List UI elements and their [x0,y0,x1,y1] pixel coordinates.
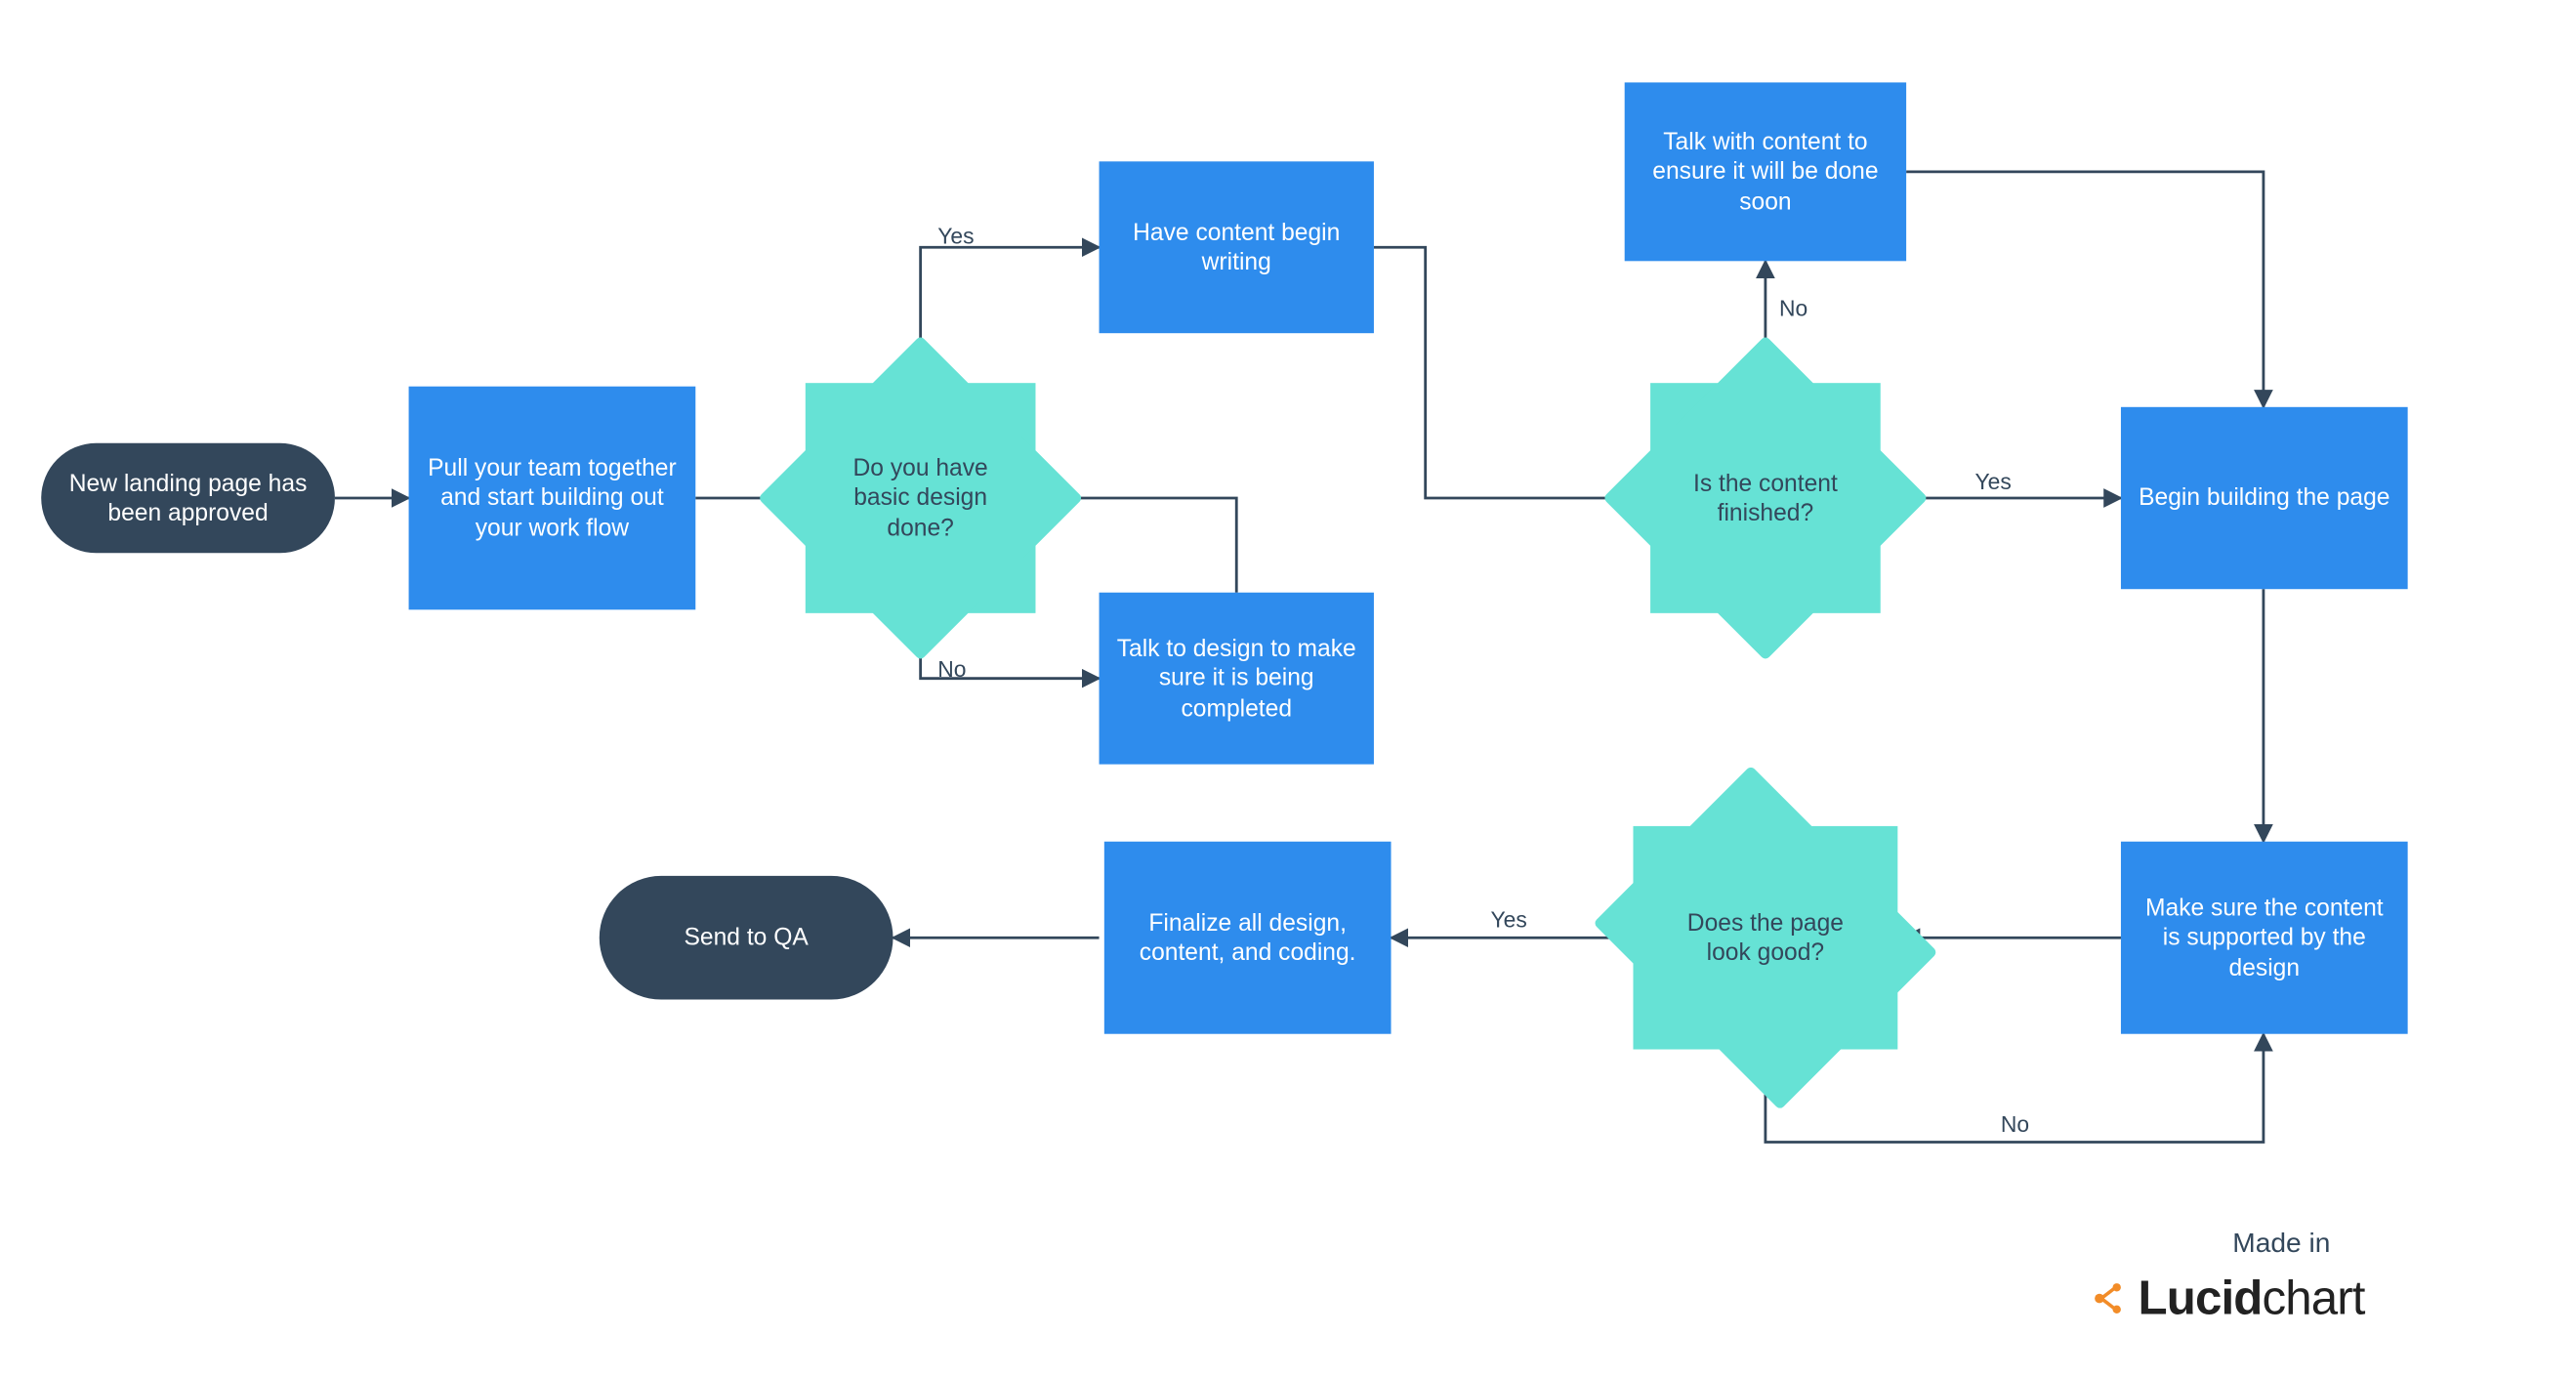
node-text: Does the page look good? [1671,907,1859,968]
edge-label-no: No [2001,1111,2029,1137]
process-make-sure: Make sure the content is supported by th… [2121,842,2408,1034]
branding-made-in: Made in [2232,1230,2330,1261]
node-text: Send to QA [684,923,808,953]
node-text: Talk with content to ensure it will be d… [1639,127,1892,217]
node-text: Do you have basic design done? [826,453,1015,543]
node-text: Finalize all design, content, and coding… [1118,907,1378,968]
node-text: Begin building the page [2139,483,2389,514]
process-talk-content: Talk with content to ensure it will be d… [1625,82,1906,261]
process-begin-build: Begin building the page [2121,407,2408,589]
node-text: New landing page has been approved [55,468,321,528]
edge-label-yes: Yes [1974,469,2011,494]
node-text: Talk to design to make sure it is being … [1113,634,1360,724]
node-text: Pull your team together and start buildi… [423,453,683,543]
terminal-start: New landing page has been approved [41,443,335,554]
lucidchart-logo-icon [2090,1279,2128,1317]
edge-label-no: No [1779,295,1807,320]
process-talk-design: Talk to design to make sure it is being … [1100,593,1374,765]
node-text: Is the content finished? [1671,468,1859,528]
lucidchart-logo-text: Lucidchart [2139,1271,2365,1325]
decision-look-good: Does the page look good? [1633,826,1897,1050]
process-finalize: Finalize all design, content, and coding… [1104,842,1392,1034]
flowchart-canvas: New landing page has been approved Pull … [0,0,2576,1374]
node-text: Make sure the content is supported by th… [2135,893,2394,982]
terminal-send-qa: Send to QA [600,876,893,1000]
process-have-content: Have content begin writing [1100,161,1374,333]
edge-label-no: No [937,656,966,682]
edge-label-yes: Yes [937,224,974,249]
node-text: Have content begin writing [1113,217,1360,277]
decision-design-done: Do you have basic design done? [806,383,1036,613]
lucidchart-logo: Lucidchart [2090,1271,2364,1325]
process-team-pull: Pull your team together and start buildi… [409,387,696,610]
edge-label-yes: Yes [1491,907,1527,933]
decision-content-finished: Is the content finished? [1650,383,1881,613]
